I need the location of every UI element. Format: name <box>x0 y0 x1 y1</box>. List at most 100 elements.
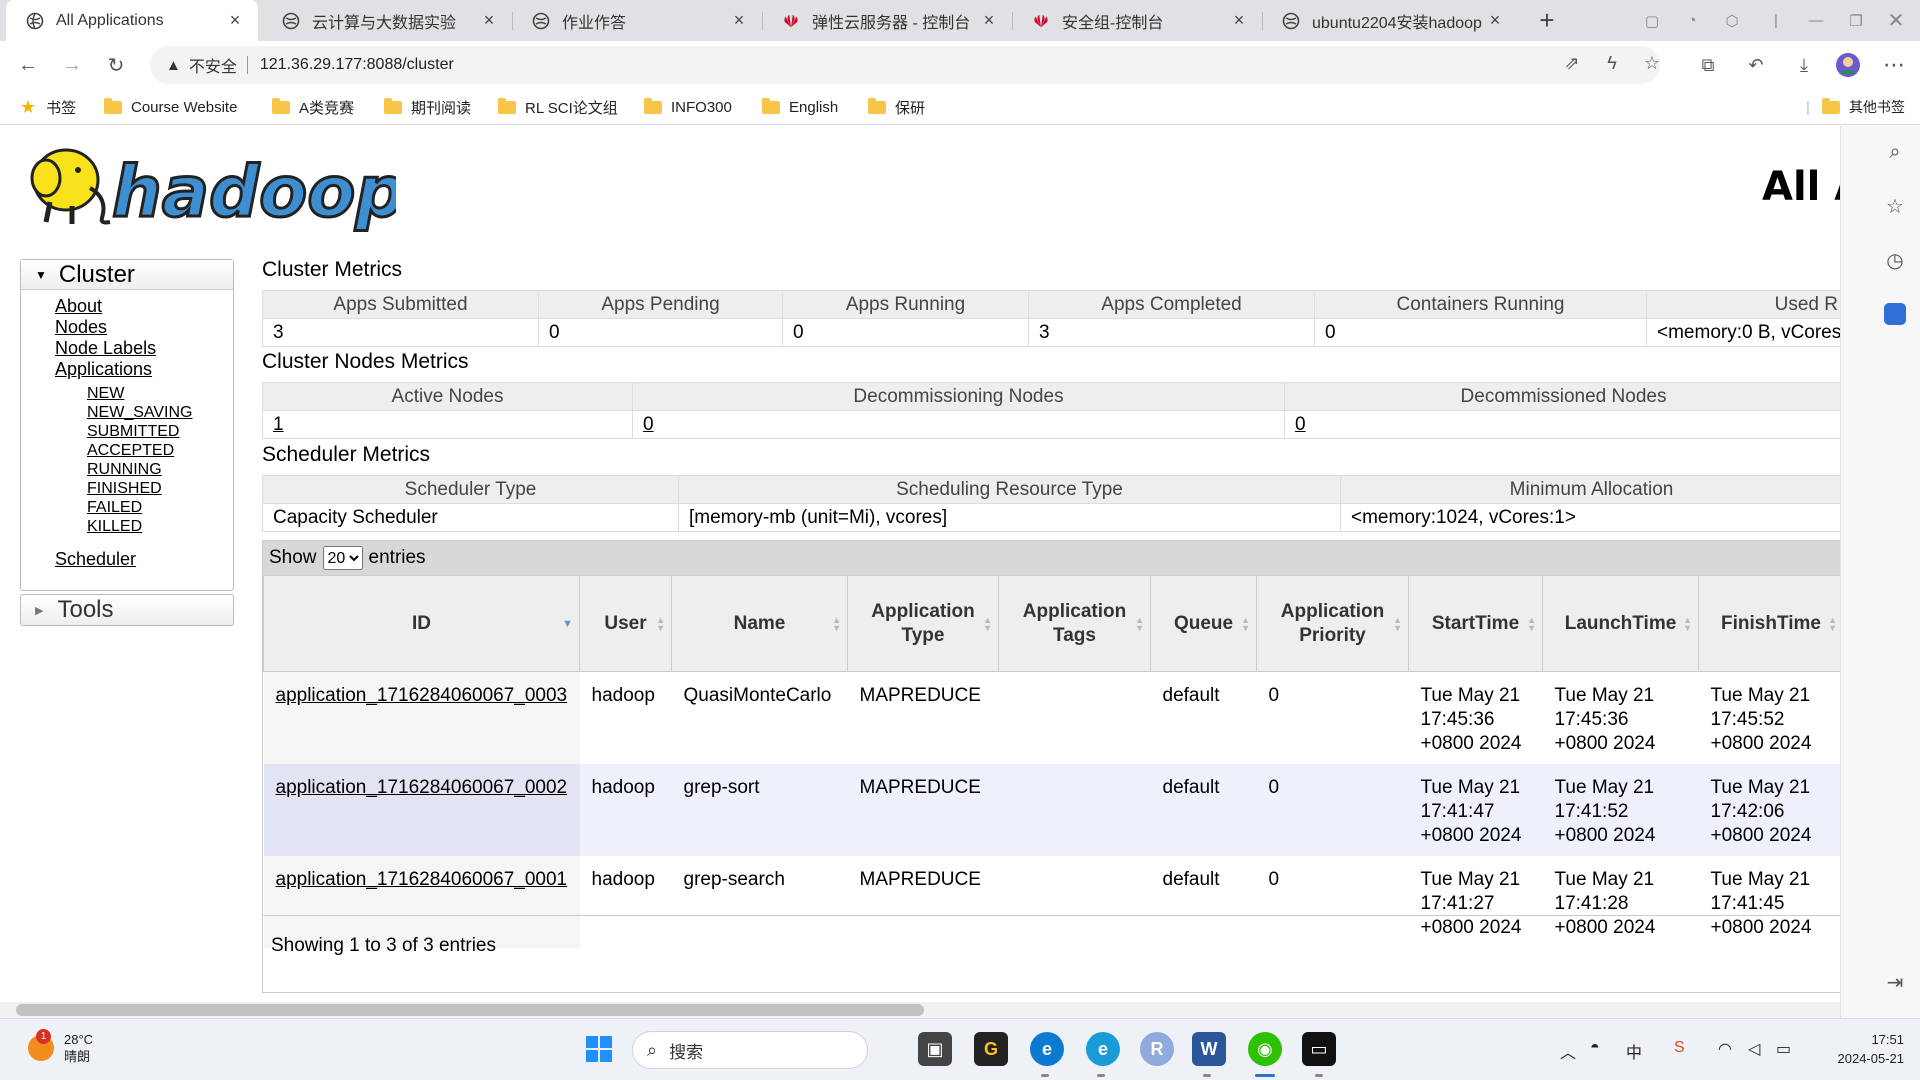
address-bar[interactable]: ▲ 不安全 121.36.29.177:8088/cluster <box>150 46 1660 84</box>
bookmark-info300[interactable]: INFO300 <box>644 95 732 119</box>
column-application-priority[interactable]: Application Priority ▲ ▼ <box>1256 575 1409 672</box>
sidebar-state-new[interactable]: NEW <box>87 385 124 403</box>
menu-icon[interactable]: ⋯ <box>1878 49 1910 81</box>
star-icon[interactable]: ☆ <box>1636 47 1668 79</box>
column-name[interactable]: Name ▲ ▼ <box>671 575 848 672</box>
history-icon[interactable]: ◷ <box>1879 244 1911 276</box>
search-icon[interactable]: ⌕ <box>1879 136 1911 168</box>
value-decommissioning-nodes[interactable]: 0 <box>643 414 654 435</box>
insecure-label[interactable]: 不安全 <box>189 53 237 77</box>
column-launch-time[interactable]: LaunchTime ▲ ▼ <box>1542 575 1699 672</box>
restore-button[interactable]: ❐ <box>1836 0 1876 41</box>
ie-icon[interactable]: e <box>1086 1032 1120 1066</box>
task-view-icon[interactable]: ▣ <box>918 1032 952 1066</box>
url-text[interactable]: 121.36.29.177:8088/cluster <box>260 56 454 74</box>
bookmark-a-competition[interactable]: A类竞赛 <box>272 95 354 119</box>
application-id-link[interactable]: application_1716284060067_0001 <box>276 869 568 890</box>
column-user[interactable]: User ▲ ▼ <box>579 575 672 672</box>
value-decommissioned-nodes[interactable]: 0 <box>1295 414 1306 435</box>
bookmark-course-website[interactable]: Course Website <box>104 95 237 119</box>
taskbar-search[interactable]: ⌕ 搜索 <box>632 1031 868 1069</box>
tab-all-applications[interactable]: All Applications × <box>6 0 258 41</box>
sidebar-state-failed[interactable]: FAILED <box>87 499 142 517</box>
extensions-puzzle-icon[interactable]: ⧉ <box>1692 49 1724 81</box>
tab-cloud-lab[interactable]: 云计算与大数据实验 × <box>262 0 512 41</box>
column-queue[interactable]: Queue ▲ ▼ <box>1150 575 1257 672</box>
close-icon[interactable]: × <box>480 10 498 31</box>
ime-indicator[interactable]: 中 <box>1626 1039 1642 1063</box>
tab-security-group[interactable]: 安全组-控制台 × <box>1012 0 1262 41</box>
sidebar-state-finished[interactable]: FINISHED <box>87 480 162 498</box>
sidebar-link-nodes[interactable]: Nodes <box>55 317 107 338</box>
column-finish-time[interactable]: FinishTime ▲ ▼ <box>1698 575 1840 672</box>
bookmark-star[interactable]: ★ 书签 <box>20 95 76 119</box>
close-icon[interactable]: × <box>980 10 998 31</box>
column-id[interactable]: ID ▼ <box>263 575 580 672</box>
sidebar-tools[interactable]: ▶ Tools <box>20 594 234 626</box>
application-id-link[interactable]: application_1716284060067_0003 <box>276 685 568 706</box>
sidebar-state-accepted[interactable]: ACCEPTED <box>87 442 174 460</box>
word-icon[interactable]: W <box>1192 1032 1226 1066</box>
avatar[interactable] <box>1832 49 1864 81</box>
sidebar-state-running[interactable]: RUNNING <box>87 461 162 479</box>
bookmark-rl-sci[interactable]: RL SCI论文组 <box>498 95 618 119</box>
extensions-icon[interactable]: ⬡ <box>1712 0 1752 41</box>
app-g-icon[interactable]: G <box>974 1032 1008 1066</box>
collapse-sidebar-icon[interactable]: ⇥ <box>1879 966 1911 998</box>
wifi-icon[interactable]: ◠ <box>1718 1039 1732 1059</box>
tab-ubuntu-hadoop[interactable]: ubuntu2204安装hadoop × <box>1262 0 1518 41</box>
sidebar-state-submitted[interactable]: SUBMITTED <box>87 423 179 441</box>
horizontal-scrollbar-thumb[interactable] <box>16 1004 924 1016</box>
incognito-icon[interactable]: ◔ <box>1672 0 1712 41</box>
close-icon[interactable]: × <box>226 10 244 31</box>
sogou-icon[interactable]: S <box>1674 1039 1685 1057</box>
reload-button[interactable]: ↻ <box>100 49 132 81</box>
tab-ecs-console[interactable]: 弹性云服务器 - 控制台 × <box>762 0 1012 41</box>
forward-button[interactable]: → <box>56 49 88 81</box>
download-icon[interactable]: ⤓ <box>1788 49 1820 81</box>
close-window-button[interactable]: ✕ <box>1876 0 1916 41</box>
sidebar-link-applications[interactable]: Applications <box>55 359 152 380</box>
page-size-select[interactable]: 20 <box>322 546 363 570</box>
tab-homework[interactable]: 作业作答 × <box>512 0 762 41</box>
column-start-time[interactable]: StartTime ▲ ▼ <box>1408 575 1543 672</box>
warning-icon[interactable]: ▲ <box>166 57 181 74</box>
bookmark-english[interactable]: English <box>762 95 838 119</box>
favorites-icon[interactable]: ☆ <box>1879 190 1911 222</box>
lightning-icon[interactable]: ϟ <box>1596 47 1628 79</box>
column-application-tags[interactable]: Application Tags ▲ ▼ <box>998 575 1151 672</box>
close-icon[interactable]: × <box>730 10 748 31</box>
volume-icon[interactable]: ◁ <box>1748 1039 1760 1059</box>
workspaces-icon[interactable]: ▢ <box>1632 0 1672 41</box>
sidebar-link-node-labels[interactable]: Node Labels <box>55 338 156 359</box>
back-button[interactable]: ← <box>12 49 44 81</box>
tray-overflow-icon[interactable]: ︿ <box>1560 1039 1576 1063</box>
value-active-nodes[interactable]: 1 <box>273 414 284 435</box>
column-application-type[interactable]: Application Type ▲ ▼ <box>847 575 999 672</box>
windows-start-icon[interactable] <box>582 1032 616 1066</box>
other-bookmarks[interactable]: 其他书签 <box>1822 95 1905 119</box>
battery-icon[interactable]: ▭ <box>1776 1039 1791 1059</box>
new-tab-button[interactable]: + <box>1532 6 1562 36</box>
terminal-icon[interactable]: ▭ <box>1302 1032 1336 1066</box>
sidebar-state-new-saving[interactable]: NEW_SAVING <box>87 404 193 422</box>
qq-icon[interactable]: ◓ <box>1590 1039 1600 1057</box>
bookmark-baoyan[interactable]: 保研 <box>868 95 925 119</box>
sidebar-link-about[interactable]: About <box>55 296 102 317</box>
edge-icon[interactable]: e <box>1030 1032 1064 1066</box>
cluster-header[interactable]: ▼ Cluster <box>21 260 233 290</box>
close-icon[interactable]: × <box>1486 10 1504 31</box>
minimize-button[interactable]: — <box>1796 0 1836 41</box>
undo-icon[interactable]: ↶ <box>1740 49 1772 81</box>
close-icon[interactable]: × <box>1230 10 1248 31</box>
sidebar-state-killed[interactable]: KILLED <box>87 518 142 536</box>
weather-widget[interactable]: 1 28°C 晴朗 <box>28 1029 93 1065</box>
app-icon[interactable] <box>1879 298 1911 330</box>
clock[interactable]: 17:51 2024-05-21 <box>1818 1030 1905 1068</box>
application-id-link[interactable]: application_1716284060067_0002 <box>276 777 568 798</box>
sidebar-link-scheduler[interactable]: Scheduler <box>55 549 136 570</box>
share-icon[interactable]: ⇗ <box>1556 47 1588 79</box>
r-icon[interactable]: R <box>1140 1032 1174 1066</box>
bookmark-journal-reading[interactable]: 期刊阅读 <box>384 95 471 119</box>
wechat-icon[interactable]: ◉ <box>1248 1032 1282 1066</box>
